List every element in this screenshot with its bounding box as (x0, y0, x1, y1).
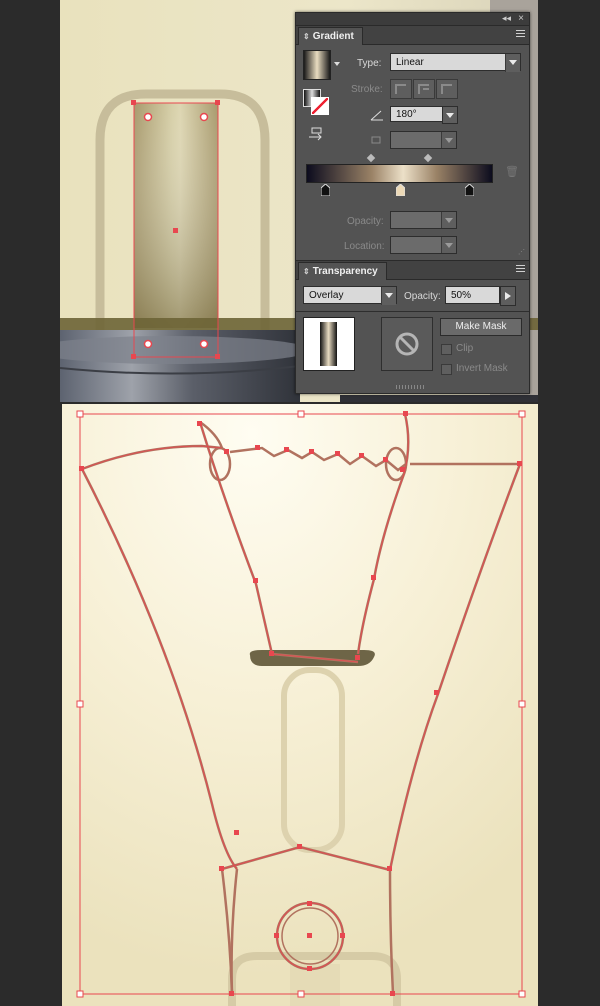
tab-gradient-label: Gradient (312, 31, 354, 42)
object-thumbnail[interactable] (303, 317, 355, 371)
delete-stop-icon[interactable]: 🗑 (505, 165, 519, 179)
color-stop-3[interactable] (464, 183, 475, 197)
tab-transparency-label: Transparency (312, 266, 378, 277)
angle-icon (370, 108, 384, 121)
stroke-across-button[interactable] (436, 79, 458, 99)
midpoint-diamond-1[interactable] (366, 153, 376, 163)
make-mask-button[interactable]: Make Mask (440, 318, 522, 336)
gradient-swatch[interactable] (303, 50, 331, 80)
angle-field[interactable]: 180° (390, 106, 443, 122)
artboard-bottom[interactable] (62, 404, 538, 1006)
no-mask-icon (395, 332, 419, 356)
type-value: Linear (396, 57, 424, 68)
transparency-panel-body: Overlay Opacity: 50% Make Mask Clip Inve… (296, 280, 529, 394)
panel-menu-icon[interactable] (516, 30, 525, 39)
gradient-opacity-field[interactable] (390, 211, 457, 229)
swatch-dropdown-icon[interactable] (334, 62, 340, 66)
aspect-ratio-icon (369, 133, 383, 145)
reverse-gradient-icon[interactable] (308, 127, 324, 141)
transparency-tab-bar: ⇕ Transparency (296, 260, 529, 280)
stroke-indicator[interactable] (311, 97, 329, 115)
stroke-along-button[interactable] (413, 79, 435, 99)
aspect-dropdown-arrow-icon[interactable] (441, 132, 456, 148)
panel-grip-icon[interactable] (396, 385, 426, 389)
panel-menu-icon[interactable] (516, 265, 525, 274)
tab-transparency[interactable]: ⇕ Transparency (298, 262, 387, 280)
stroke-label: Stroke: (351, 84, 383, 95)
midpoint-diamond-2[interactable] (423, 153, 433, 163)
mask-thumbnail[interactable] (381, 317, 433, 371)
panel-header-bar[interactable]: ◂◂ × (296, 13, 529, 26)
blend-mode-value: Overlay (309, 290, 344, 301)
angle-dropdown-arrow-icon[interactable] (442, 106, 458, 124)
location-field[interactable] (390, 236, 457, 254)
gradient-panel-body: Type: Linear Stroke: 180° 🗑 Opacity: Loc… (296, 45, 529, 260)
transparency-opacity-field[interactable]: 50% (445, 286, 500, 304)
color-stop-2[interactable] (395, 183, 406, 197)
transparency-opacity-value: 50% (451, 290, 472, 301)
transparency-opacity-label: Opacity: (404, 291, 441, 302)
color-stop-1[interactable] (320, 183, 331, 197)
type-label: Type: (357, 58, 382, 69)
collapse-icon[interactable]: ◂◂ (502, 13, 511, 24)
gradient-slider[interactable] (306, 164, 493, 183)
artboard-bottom-art (62, 404, 538, 1006)
type-dropdown[interactable]: Linear (390, 53, 521, 72)
close-icon[interactable]: × (518, 13, 524, 24)
clip-label: Clip (456, 343, 474, 354)
blend-mode-arrow-icon[interactable] (381, 287, 396, 305)
angle-value: 180° (396, 109, 417, 120)
gradient-tab-bar: ⇕ Gradient (296, 26, 529, 45)
blend-mode-dropdown[interactable]: Overlay (303, 286, 397, 305)
expand-arrows-icon: ⇕ (303, 32, 310, 41)
stroke-within-button[interactable] (390, 79, 412, 99)
expand-arrows-icon: ⇕ (303, 267, 310, 276)
opacity-dropdown-arrow-icon[interactable] (441, 212, 456, 228)
opacity-slider-arrow-icon[interactable] (500, 286, 516, 306)
tab-gradient[interactable]: ⇕ Gradient (298, 27, 363, 45)
panel-stack: ◂◂ × ⇕ Gradient Type: Linear Stroke: 180… (295, 12, 530, 394)
type-dropdown-arrow-icon[interactable] (505, 54, 520, 72)
invert-mask-label: Invert Mask (456, 363, 508, 374)
clip-checkbox[interactable] (441, 344, 452, 355)
location-dropdown-arrow-icon[interactable] (441, 237, 456, 253)
gradient-opacity-label: Opacity: (347, 216, 384, 227)
aspect-ratio-field[interactable] (390, 131, 457, 149)
invert-mask-checkbox[interactable] (441, 364, 452, 375)
location-label: Location: (344, 241, 385, 252)
resize-grip-icon[interactable]: ⋰ (518, 249, 526, 257)
